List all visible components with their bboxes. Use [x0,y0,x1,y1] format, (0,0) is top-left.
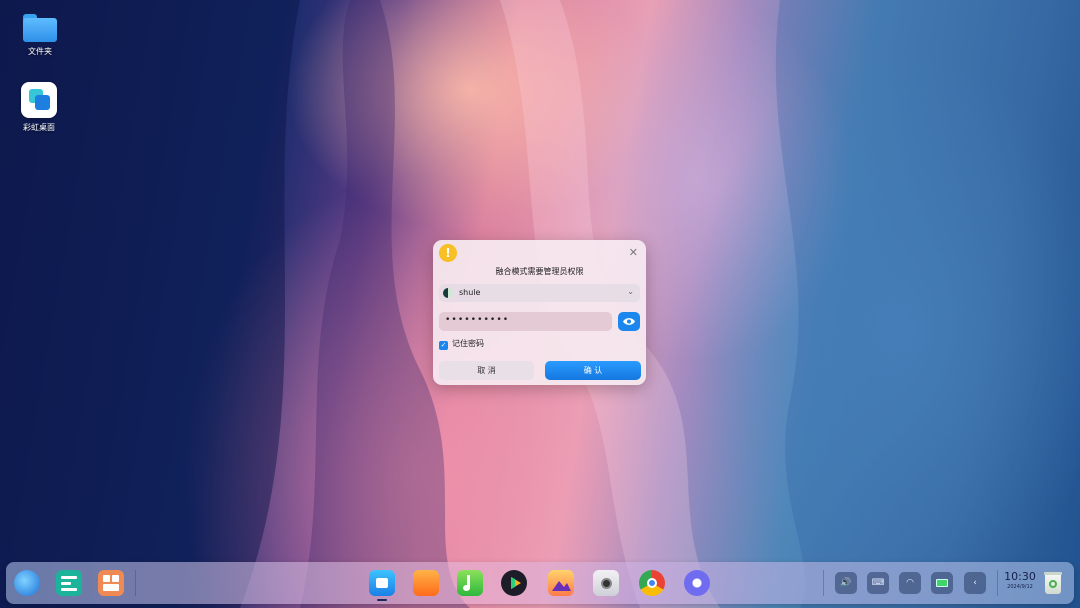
app-store-icon[interactable] [413,570,439,596]
clock[interactable]: 10:30 2024/9/12 [1003,570,1037,590]
dock-separator [135,570,136,596]
show-password-button[interactable] [618,312,640,331]
trash-icon[interactable] [1042,570,1064,596]
file-manager-icon[interactable] [369,570,395,596]
expand-tray-icon[interactable]: ‹ [964,572,986,594]
remember-password-checkbox[interactable]: ✓ 记住密码 [439,338,484,350]
image-viewer-icon[interactable] [548,570,574,596]
settings-icon[interactable] [684,570,710,596]
password-field[interactable]: •••••••••• [439,312,612,331]
music-icon[interactable] [457,570,483,596]
eye-icon [623,318,635,325]
multitasking-icon[interactable] [56,570,82,596]
wifi-icon[interactable]: ◠ [899,572,921,594]
confirm-button[interactable]: 确 认 [545,361,641,380]
clock-date: 2024/9/12 [1007,584,1033,590]
rainbow-desktop-app-icon [21,82,57,118]
desktop-icon-folder[interactable]: 文件夹 [10,14,70,57]
desktop-icon-rainbow-desktop[interactable]: 彩虹桌面 [9,82,69,133]
launcher-icon[interactable] [14,570,40,596]
avatar [443,288,453,298]
active-indicator [377,599,387,601]
workspace-icon[interactable] [98,570,124,596]
folder-icon [23,14,57,42]
camera-icon[interactable] [593,570,619,596]
clock-time: 10:30 [1004,570,1036,583]
close-icon[interactable]: ✕ [629,246,638,259]
dialog-title: 融合模式需要管理员权限 [495,267,584,276]
volume-icon[interactable]: 🔊 [835,572,857,594]
user-select[interactable]: shule ⌄ [439,284,640,302]
chrome-icon[interactable] [639,570,665,596]
user-name: shule [459,288,481,297]
warning-icon: ! [439,244,457,262]
dock-separator [997,570,998,596]
desktop-icon-label: 文件夹 [28,47,52,56]
auth-dialog: ! ✕ 融合模式需要管理员权限 shule ⌄ •••••••••• ✓ 记住密码… [433,240,646,385]
video-player-icon[interactable] [501,570,527,596]
chevron-down-icon: ⌄ [627,287,634,296]
checkbox-check-icon: ✓ [439,341,448,350]
dock-separator [823,570,824,596]
battery-icon[interactable] [931,572,953,594]
cancel-button[interactable]: 取 消 [439,361,534,380]
dock: 🔊 ⌨ ◠ ‹ 10:30 2024/9/12 [6,562,1074,604]
keyboard-icon[interactable]: ⌨ [867,572,889,594]
desktop-icon-label: 彩虹桌面 [23,123,55,132]
remember-password-label: 记住密码 [452,339,484,348]
